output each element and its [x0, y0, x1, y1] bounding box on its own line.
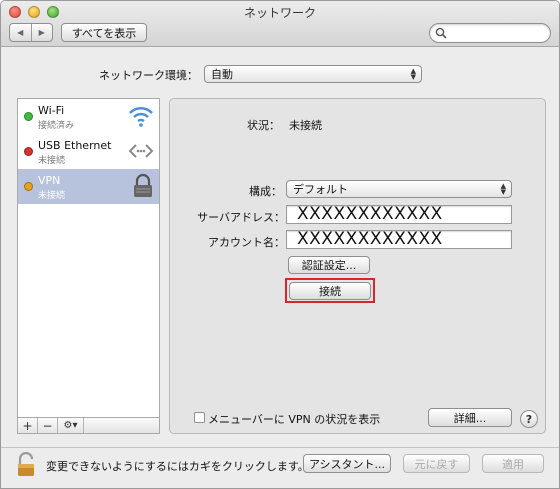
- service-item-vpn[interactable]: VPN 未接続: [18, 169, 159, 204]
- popup-arrows-icon: ▲ ▼: [500, 182, 506, 196]
- service-status: 未接続: [38, 156, 66, 166]
- server-address-label: サーバアドレス：: [197, 211, 285, 224]
- back-arrow-icon[interactable]: ◀: [10, 24, 32, 41]
- connect-button[interactable]: 接続: [289, 282, 371, 300]
- menubar-status-checkbox[interactable]: [194, 412, 205, 423]
- remove-service-button[interactable]: −: [38, 418, 58, 433]
- config-value: デフォルト: [293, 183, 348, 196]
- service-list-controls: + − ⚙▾: [17, 417, 160, 434]
- status-dot: [24, 182, 33, 191]
- show-all-button[interactable]: すべてを表示: [61, 23, 147, 42]
- status-dot: [24, 147, 33, 156]
- service-status: 接続済み: [38, 121, 75, 131]
- status-value: 未接続: [289, 119, 322, 132]
- vpn-detail-panel: 状況： 未接続 構成： デフォルト ▲ ▼ サーバアドレス： XXXXXXXXXX…: [169, 98, 546, 434]
- service-item-wifi[interactable]: Wi-Fi 接続済み: [18, 99, 159, 134]
- location-label: ネットワーク環境：: [99, 69, 198, 82]
- apply-button[interactable]: 適用: [482, 454, 544, 473]
- status-dot: [24, 112, 33, 121]
- assistant-button[interactable]: アシスタント...: [303, 454, 391, 473]
- account-name-label: アカウント名：: [208, 236, 285, 249]
- forward-arrow-icon[interactable]: ▶: [32, 24, 53, 41]
- advanced-button[interactable]: 詳細...: [428, 408, 512, 427]
- service-status: 未接続: [38, 191, 66, 201]
- search-icon: [435, 27, 447, 39]
- wifi-icon: [129, 106, 153, 127]
- network-preferences-window: ネットワーク ◀ ▶ すべてを表示 ネットワーク環境： 自動 ▲ ▼ Wi-Fi …: [0, 0, 560, 489]
- service-name: Wi-Fi: [38, 104, 65, 117]
- service-list: Wi-Fi 接続済み USB Ethernet 未接続 VPN 未接続: [17, 98, 160, 433]
- status-label: 状況：: [247, 119, 280, 132]
- lock-icon[interactable]: [15, 452, 39, 478]
- menubar-status-label: メニューバーに VPN の状況を表示: [208, 413, 381, 426]
- lock-icon: [134, 173, 152, 197]
- config-label: 構成：: [249, 185, 282, 198]
- window-title: ネットワーク: [243, 6, 316, 20]
- server-address-field[interactable]: XXXXXXXXXXXX: [286, 205, 512, 224]
- help-button[interactable]: ?: [520, 410, 538, 428]
- location-value: 自動: [211, 68, 233, 81]
- location-popup[interactable]: 自動 ▲ ▼: [204, 65, 422, 83]
- footer-divider: [1, 447, 559, 448]
- auth-settings-button[interactable]: 認証設定...: [288, 256, 370, 274]
- service-name: USB Ethernet: [38, 139, 112, 152]
- service-item-usb-ethernet[interactable]: USB Ethernet 未接続: [18, 134, 159, 169]
- account-name-field[interactable]: XXXXXXXXXXXX: [286, 230, 512, 249]
- config-popup[interactable]: デフォルト ▲ ▼: [286, 180, 512, 198]
- service-name: VPN: [38, 174, 61, 187]
- ethernet-icon: [128, 144, 154, 158]
- search-input[interactable]: [429, 23, 551, 43]
- revert-button[interactable]: 元に戻す: [403, 454, 470, 473]
- popup-arrows-icon: ▲ ▼: [410, 67, 416, 81]
- lock-message: 変更できないようにするにはカギをクリックします。: [46, 460, 309, 473]
- add-service-button[interactable]: +: [18, 418, 38, 433]
- gear-icon[interactable]: ⚙▾: [58, 418, 84, 433]
- back-forward-control: ◀ ▶: [9, 23, 53, 42]
- title-bar: ネットワーク ◀ ▶ すべてを表示: [1, 1, 559, 47]
